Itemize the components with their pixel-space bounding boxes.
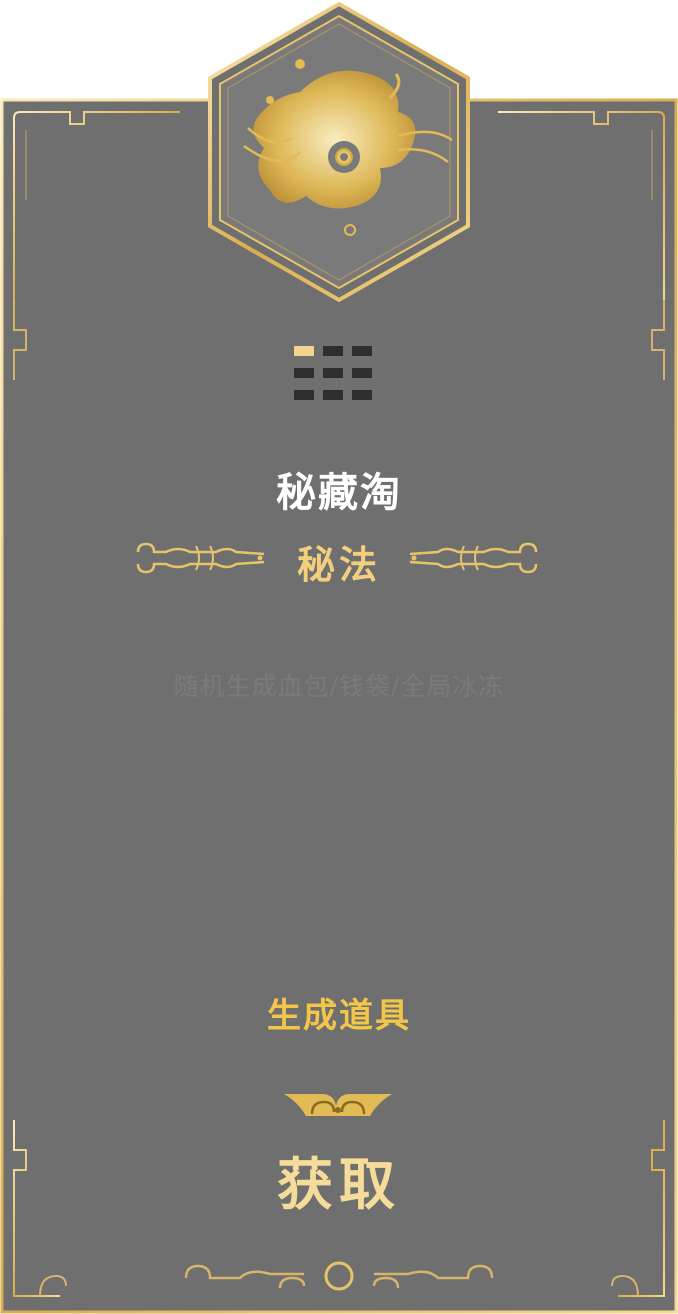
skill-card: 秘藏淘 秘法 随机生成血包/钱袋/全局冰冻 生成道具 获取	[0, 0, 678, 1314]
cloud-crest-icon	[284, 1094, 392, 1116]
level-cell	[323, 346, 343, 356]
level-cell	[323, 368, 343, 378]
card-title: 秘藏淘	[276, 469, 402, 516]
skill-category: 生成道具	[267, 996, 411, 1036]
level-cell	[294, 346, 314, 356]
level-cell	[352, 390, 372, 400]
level-cell	[294, 390, 314, 400]
bottom-scroll-ornament-icon	[184, 1261, 494, 1291]
level-indicator	[294, 346, 374, 402]
get-button[interactable]: 获取	[234, 1140, 444, 1230]
level-cell	[323, 390, 343, 400]
level-cell	[352, 368, 372, 378]
level-cell	[294, 368, 314, 378]
scroll-ornament-right-icon	[409, 542, 538, 574]
level-cell	[352, 346, 372, 356]
type-banner: 秘法	[130, 532, 548, 588]
skill-description: 随机生成血包/钱袋/全局冰冻	[173, 672, 505, 701]
